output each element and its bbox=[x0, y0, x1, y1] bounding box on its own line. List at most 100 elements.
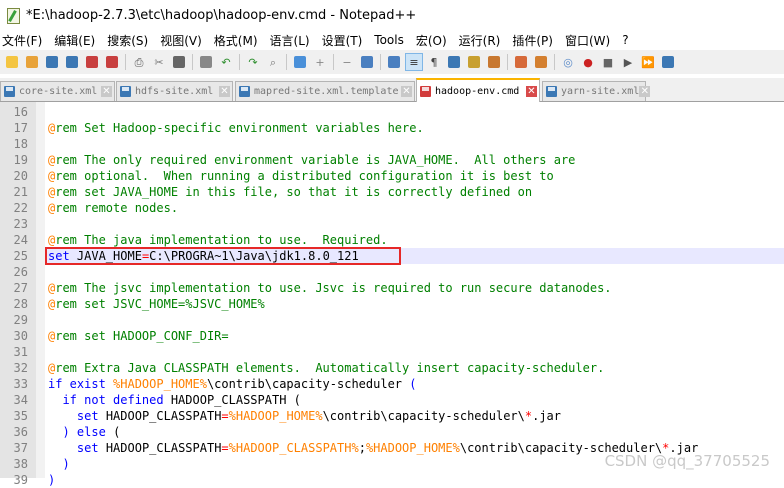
print-icon[interactable]: ⎙ bbox=[131, 54, 147, 70]
code-line[interactable]: @rem optional. When running a distribute… bbox=[48, 168, 554, 184]
zoom-in-icon[interactable]: + bbox=[312, 54, 328, 70]
code-line[interactable]: ) bbox=[48, 472, 55, 488]
code-line[interactable]: @rem The jsvc implementation to use. Jsv… bbox=[48, 280, 612, 296]
folder-workspace-icon[interactable] bbox=[533, 54, 549, 70]
code-token: %HADOOP_HOME% bbox=[228, 409, 323, 423]
line-number: 24 bbox=[13, 233, 28, 247]
code-line[interactable]: if exist %HADOOP_HOME%\contrib\capacity-… bbox=[48, 376, 416, 392]
line-number: 19 bbox=[13, 153, 28, 167]
code-token: rem optional. When running a distributed… bbox=[55, 169, 554, 183]
toolbar-separator bbox=[125, 54, 126, 70]
stop-record-icon[interactable]: ■ bbox=[600, 54, 616, 70]
code-token: ( bbox=[113, 425, 121, 439]
code-line[interactable]: @rem remote nodes. bbox=[48, 200, 178, 216]
code-line[interactable]: ) bbox=[48, 456, 69, 472]
close-tab-icon[interactable]: ✕ bbox=[639, 86, 651, 97]
paste-icon[interactable] bbox=[198, 54, 214, 70]
code-line[interactable]: @rem The only required environment varia… bbox=[48, 152, 575, 168]
code-token: \contrib\capacity-scheduler\ bbox=[322, 409, 525, 423]
play-multiple-icon[interactable]: ⏩ bbox=[640, 54, 656, 70]
word-wrap-icon[interactable]: ≡ bbox=[405, 53, 423, 71]
close-all-icon[interactable] bbox=[104, 54, 120, 70]
find-icon[interactable]: ⌕ bbox=[265, 54, 281, 70]
tab-3[interactable]: hadoop-env.cmd ✕ bbox=[416, 78, 540, 102]
code-token: HADOOP_CLASSPATH bbox=[163, 393, 294, 407]
code-line[interactable]: if not defined HADOOP_CLASSPATH ( bbox=[48, 392, 301, 408]
code-token: else bbox=[76, 425, 106, 439]
menu-item-12[interactable]: ? bbox=[616, 33, 634, 47]
copy-icon[interactable] bbox=[171, 54, 187, 70]
tab-0[interactable]: core-site.xml ✕ bbox=[0, 81, 115, 101]
menu-item-11[interactable]: 窗口(W) bbox=[559, 32, 616, 49]
cut-icon[interactable]: ✂ bbox=[151, 54, 167, 70]
code-line[interactable]: ) else ( bbox=[48, 424, 120, 440]
undo-icon[interactable]: ↶ bbox=[218, 54, 234, 70]
code-line[interactable]: set HADOOP_CLASSPATH=%HADOOP_HOME%\contr… bbox=[48, 408, 561, 424]
sync-vertical-icon[interactable] bbox=[359, 54, 375, 70]
fold-margin[interactable] bbox=[36, 102, 45, 478]
line-number: 31 bbox=[13, 345, 28, 359]
menu-item-1[interactable]: 编辑(E) bbox=[48, 32, 101, 49]
code-line[interactable]: @rem set HADOOP_CONF_DIR= bbox=[48, 328, 229, 344]
menu-item-8[interactable]: 宏(O) bbox=[410, 32, 453, 49]
menu-item-9[interactable]: 运行(R) bbox=[453, 32, 507, 49]
code-line[interactable]: @rem set JSVC_HOME=%JSVC_HOME% bbox=[48, 296, 265, 312]
code-line[interactable]: set HADOOP_CLASSPATH=%HADOOP_CLASSPATH%;… bbox=[48, 440, 698, 456]
code-token: rem The java implementation to use. Requ… bbox=[55, 233, 388, 247]
window-title: *E:\hadoop-2.7.3\etc\hadoop\hadoop-env.c… bbox=[26, 7, 417, 23]
close-tab-icon[interactable]: ✕ bbox=[219, 86, 230, 97]
play-macro-icon[interactable]: ▶ bbox=[620, 54, 636, 70]
line-number: 33 bbox=[13, 377, 28, 391]
save-icon[interactable] bbox=[44, 54, 60, 70]
code-token: rem The only required environment variab… bbox=[55, 153, 576, 167]
replace-icon[interactable] bbox=[292, 54, 308, 70]
toolbar-separator bbox=[333, 54, 334, 70]
redo-icon[interactable]: ↷ bbox=[245, 54, 261, 70]
menu-item-3[interactable]: 视图(V) bbox=[154, 32, 208, 49]
open-file-icon[interactable] bbox=[24, 54, 40, 70]
save-macro-icon[interactable] bbox=[660, 54, 676, 70]
tab-bar: core-site.xml ✕ hdfs-site.xml ✕ mapred-site.… bbox=[0, 78, 784, 102]
close-tab-icon[interactable]: ✕ bbox=[526, 85, 537, 97]
code-line[interactable]: @rem The java implementation to use. Req… bbox=[48, 232, 388, 248]
new-file-icon[interactable] bbox=[4, 54, 20, 70]
doc-map-icon[interactable] bbox=[486, 54, 502, 70]
code-line[interactable]: @rem Extra Java CLASSPATH elements. Auto… bbox=[48, 360, 604, 376]
menu-item-5[interactable]: 语言(L) bbox=[264, 32, 316, 49]
line-number: 25 bbox=[13, 249, 28, 263]
user-lang-icon[interactable] bbox=[466, 54, 482, 70]
toolbar-separator bbox=[192, 54, 193, 70]
tab-4[interactable]: yarn-site.xml ✕ bbox=[542, 81, 651, 101]
save-all-icon[interactable] bbox=[64, 54, 80, 70]
line-number: 29 bbox=[13, 313, 28, 327]
function-list-icon[interactable] bbox=[513, 54, 529, 70]
menu-item-2[interactable]: 搜索(S) bbox=[101, 32, 154, 49]
code-line[interactable]: @rem set JAVA_HOME in this file, so that… bbox=[48, 184, 532, 200]
code-token: %HADOOP_HOME% bbox=[365, 441, 460, 455]
record-macro-icon[interactable]: ● bbox=[580, 54, 596, 70]
line-number: 18 bbox=[13, 137, 28, 151]
menu-item-10[interactable]: 插件(P) bbox=[506, 32, 559, 49]
tab-1[interactable]: hdfs-site.xml ✕ bbox=[116, 81, 233, 101]
zoom-out-icon[interactable]: − bbox=[339, 54, 355, 70]
code-token: ( bbox=[293, 393, 301, 407]
close-tab-icon[interactable]: ✕ bbox=[101, 86, 112, 97]
tab-2[interactable]: mapred-site.xml.template ✕ bbox=[235, 81, 415, 101]
sync-horizontal-icon[interactable] bbox=[386, 54, 402, 70]
menu-item-4[interactable]: 格式(M) bbox=[208, 32, 264, 49]
monitor-icon[interactable]: ◎ bbox=[560, 54, 576, 70]
show-all-chars-icon[interactable]: ¶ bbox=[426, 54, 442, 70]
line-number: 38 bbox=[13, 457, 28, 471]
menu-item-7[interactable]: Tools bbox=[368, 33, 410, 47]
code-line[interactable]: @rem Set Hadoop-specific environment var… bbox=[48, 120, 424, 136]
menu-item-6[interactable]: 设置(T) bbox=[316, 32, 369, 49]
code-token: HADOOP_CLASSPATH bbox=[98, 409, 222, 423]
close-tab-icon[interactable]: ✕ bbox=[401, 86, 412, 97]
code-token: rem set HADOOP_CONF_DIR= bbox=[55, 329, 229, 343]
indent-guide-icon[interactable] bbox=[446, 54, 462, 70]
close-icon[interactable] bbox=[84, 54, 100, 70]
editor[interactable]: 16 17 18 19 20 21 22 23 24 25 26 27 28 29 30 31 32 33 34 35… bbox=[0, 102, 784, 487]
menu-item-0[interactable]: 文件(F) bbox=[0, 32, 48, 49]
